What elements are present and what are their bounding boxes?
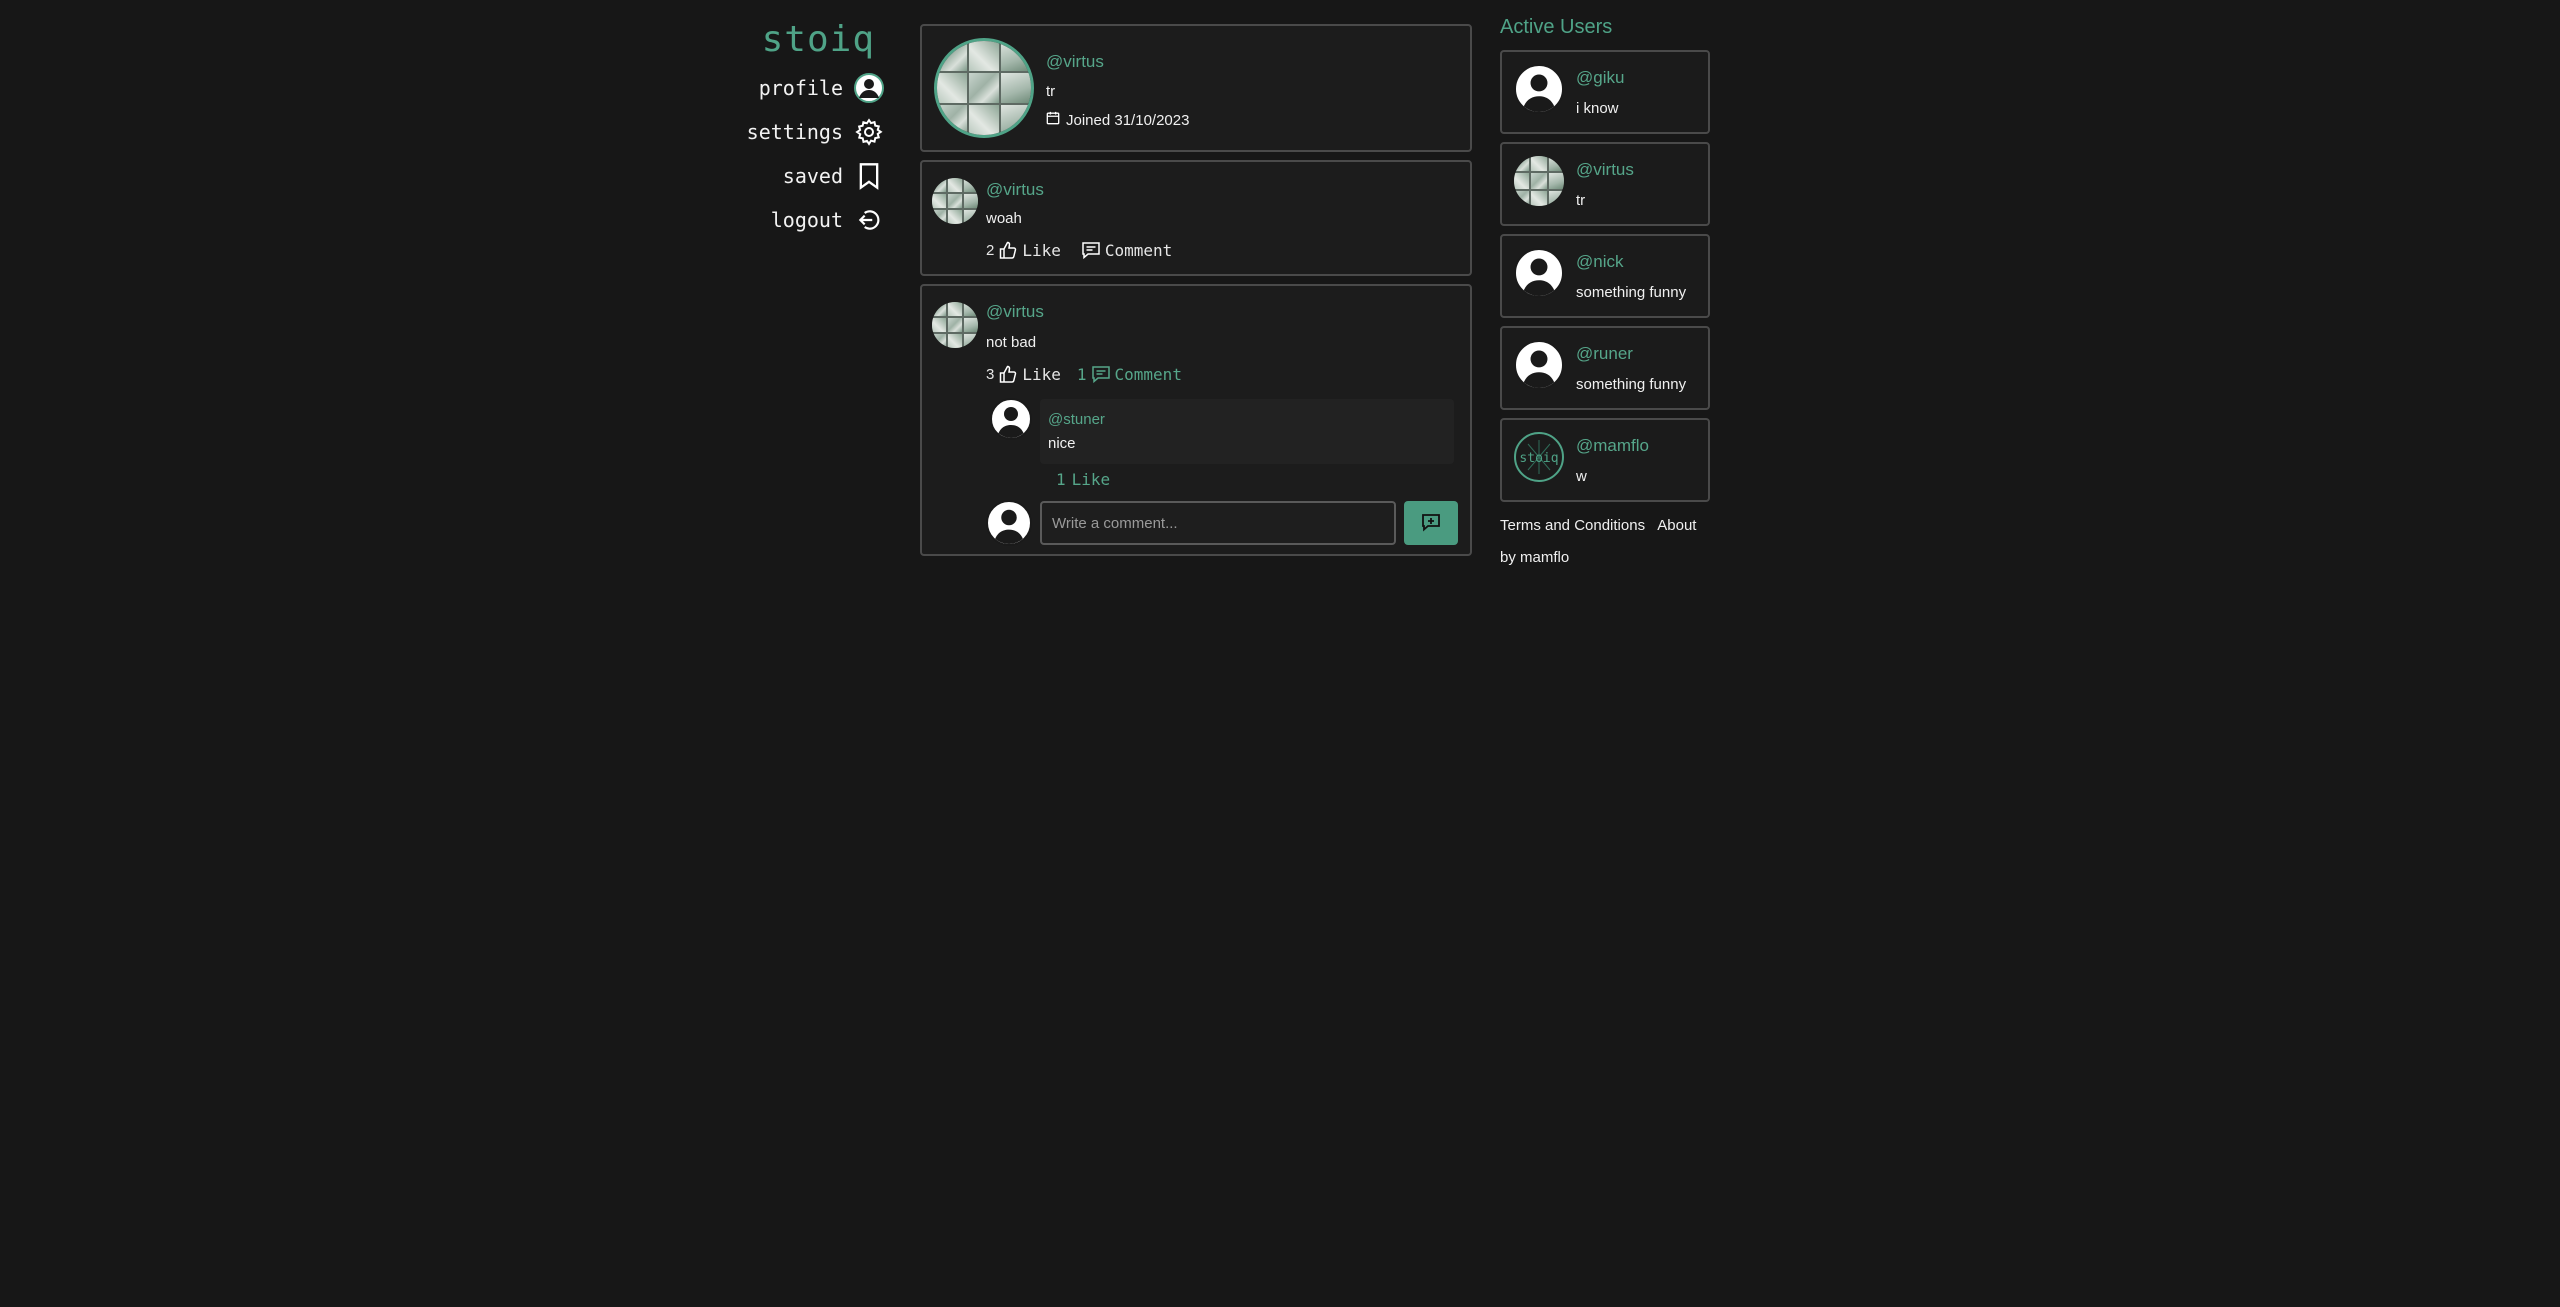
reply-bubble: @stuner nice <box>1040 399 1454 464</box>
post-text: woah <box>986 210 1022 227</box>
calendar-icon <box>1046 111 1060 129</box>
add-comment-icon <box>1421 512 1441 535</box>
post-author[interactable]: @virtus <box>986 180 1044 200</box>
comment-icon <box>1091 364 1111 384</box>
terms-link[interactable]: Terms and Conditions <box>1500 517 1645 534</box>
comment-icon <box>1081 240 1101 260</box>
reply-like-label: Like <box>1071 470 1111 489</box>
reply-avatar[interactable] <box>990 398 1032 440</box>
profile-card: @virtus tr Joined 31/10/2023 <box>920 24 1472 152</box>
user-bio: something funny <box>1576 376 1687 393</box>
user-handle: @mamflo <box>1576 436 1649 455</box>
bookmark-icon <box>853 160 885 192</box>
like-count: 2 <box>986 241 995 259</box>
user-card-virtus[interactable]: @virtus tr <box>1500 142 1710 226</box>
comment-input[interactable] <box>1040 501 1396 545</box>
comment-button[interactable]: 1 Comment <box>1077 364 1182 384</box>
user-bio: tr <box>1576 192 1586 209</box>
user-handle: @giku <box>1576 68 1625 87</box>
nav-profile[interactable]: profile <box>700 66 885 110</box>
profile-bio: tr <box>1046 83 1056 100</box>
user-avatar <box>1514 64 1564 114</box>
post-card: @virtus woah 2 Like Comment <box>920 160 1472 276</box>
user-handle: @runer <box>1576 344 1633 363</box>
nav-logout-label: logout <box>770 208 843 232</box>
comment-count: 1 <box>1076 364 1087 384</box>
user-handle: @nick <box>1576 252 1624 271</box>
gear-icon <box>853 116 885 148</box>
send-comment-button[interactable] <box>1404 501 1458 545</box>
logout-icon <box>853 204 885 236</box>
post-avatar[interactable] <box>932 178 978 224</box>
comment-label: Comment <box>1114 364 1182 384</box>
about-link[interactable]: About <box>1657 517 1696 534</box>
user-circle-icon <box>853 72 885 104</box>
joined-date: Joined 31/10/2023 <box>1066 111 1190 129</box>
user-avatar <box>1514 340 1564 390</box>
nav-saved-label: saved <box>782 164 843 188</box>
user-card-runer[interactable]: @runer something funny <box>1500 326 1710 410</box>
user-bio: i know <box>1576 100 1619 117</box>
credit-text: by mamflo <box>1500 549 1570 566</box>
nav-settings-label: settings <box>746 120 843 144</box>
left-nav: stoiq profile settings saved logout <box>700 18 885 242</box>
nav-logout[interactable]: logout <box>700 198 885 242</box>
user-card-nick[interactable]: @nick something funny <box>1500 234 1710 318</box>
user-avatar <box>1514 156 1564 206</box>
profile-avatar <box>934 38 1034 138</box>
like-button[interactable]: 3 Like <box>986 364 1061 384</box>
comment-label: Comment <box>1104 240 1173 260</box>
like-count: 3 <box>986 365 995 383</box>
reply-author[interactable]: @stuner <box>1048 411 1105 428</box>
post-text: not bad <box>986 334 1037 351</box>
like-label: Like <box>1022 364 1061 384</box>
feed: @virtus tr Joined 31/10/2023 @virtus woa… <box>920 24 1472 564</box>
like-label: Like <box>1022 240 1061 260</box>
nav-profile-label: profile <box>758 76 843 100</box>
user-avatar-logo: stoiq <box>1514 432 1564 482</box>
thumbs-up-icon <box>998 364 1018 384</box>
sidebar-footer: Terms and Conditions About by mamflo <box>1500 510 1710 574</box>
user-bio: something funny <box>1576 284 1687 301</box>
user-avatar <box>1514 248 1564 298</box>
thumbs-up-icon <box>998 240 1018 260</box>
comment-button[interactable]: Comment <box>1081 240 1172 260</box>
user-card-mamflo[interactable]: stoiq @mamflo w <box>1500 418 1710 502</box>
sidebar-title: Active Users <box>1500 16 1613 38</box>
user-handle: @virtus <box>1576 160 1634 179</box>
composer-avatar <box>986 500 1032 546</box>
user-bio: w <box>1576 468 1587 485</box>
post-actions: 2 Like Comment <box>986 240 1172 260</box>
user-card-giku[interactable]: @giku i know <box>1500 50 1710 134</box>
brand-logo[interactable]: stoiq <box>700 18 875 62</box>
post-author[interactable]: @virtus <box>986 302 1044 322</box>
like-button[interactable]: 2 Like <box>986 240 1061 260</box>
active-users-sidebar: Active Users @giku i know @virtus tr @ni… <box>1500 16 1710 574</box>
reply-text: nice <box>1048 435 1076 452</box>
reply-like-count: 1 <box>1056 470 1066 489</box>
nav-settings[interactable]: settings <box>700 110 885 154</box>
profile-joined: Joined 31/10/2023 <box>1046 111 1189 129</box>
avatar-logo-text: stoiq <box>1519 451 1558 466</box>
nav-saved[interactable]: saved <box>700 154 885 198</box>
post-card: @virtus not bad 3 Like 1 Comment @stuner… <box>920 284 1472 556</box>
post-avatar[interactable] <box>932 302 978 348</box>
post-actions: 3 Like 1 Comment <box>986 364 1182 384</box>
reply-like-button[interactable]: 1 Like <box>1056 470 1110 489</box>
profile-handle[interactable]: @virtus <box>1046 52 1104 72</box>
